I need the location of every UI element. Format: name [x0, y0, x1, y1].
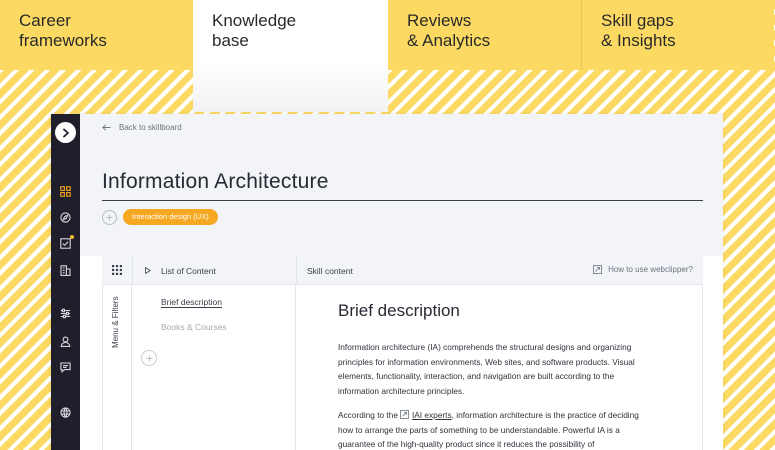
- column-header-bar: List of Content Skill content How to use…: [102, 256, 703, 285]
- tab-skill-gaps-insights[interactable]: Skill gaps & Insights: [581, 0, 774, 70]
- title-divider: [102, 200, 703, 201]
- building-icon[interactable]: [59, 264, 72, 277]
- plus-icon: [146, 355, 152, 361]
- menu-filters-toggle[interactable]: Menu & Filters: [111, 296, 120, 356]
- content-column-title: Skill content: [307, 266, 353, 276]
- webclipper-help-link[interactable]: How to use webclipper?: [593, 265, 693, 274]
- checklist-icon[interactable]: [59, 235, 74, 250]
- back-link-label: Back to skillboard: [119, 123, 182, 132]
- tab-reviews-analytics[interactable]: Reviews & Analytics: [388, 0, 581, 70]
- compass-icon[interactable]: [59, 211, 72, 224]
- grid-menu-icon[interactable]: [112, 265, 122, 275]
- iai-experts-link[interactable]: IAI experts: [412, 410, 452, 420]
- main-panel: Back to skillboard Information Architect…: [80, 114, 723, 450]
- add-tag-button[interactable]: [102, 210, 117, 225]
- logo-expand-icon[interactable]: [55, 122, 76, 143]
- add-section-button[interactable]: [141, 350, 157, 366]
- webclipper-icon: [400, 410, 409, 419]
- tab-knowledge-base[interactable]: Knowledge base: [193, 0, 388, 112]
- skill-tag[interactable]: Interaction design (UX): [123, 209, 218, 225]
- sidebar-rail: [51, 114, 80, 450]
- app-window: Back to skillboard Information Architect…: [51, 114, 723, 450]
- content-heading: Brief description: [338, 301, 460, 320]
- filters-column: Menu & Filters: [102, 284, 132, 450]
- arrow-left-icon: [102, 124, 111, 131]
- paragraph-text: According to the: [338, 410, 398, 420]
- collapse-triangle-icon[interactable]: [145, 267, 151, 274]
- toc-column-title: List of Content: [161, 266, 216, 276]
- webclipper-icon: [593, 265, 602, 274]
- content-paragraph: According to the IAI experts, information…: [338, 408, 654, 450]
- back-to-skillboard-link[interactable]: Back to skillboard: [102, 123, 182, 132]
- plus-icon: [106, 214, 113, 221]
- column-divider: [296, 256, 297, 284]
- content-paragraph: Information architecture (IA) comprehend…: [338, 342, 635, 396]
- dashboard-icon[interactable]: [59, 185, 72, 198]
- skill-header: Back to skillboard Information Architect…: [80, 114, 723, 256]
- toc-item-brief-description[interactable]: Brief description: [161, 297, 222, 307]
- notification-dot: [70, 235, 74, 239]
- user-icon[interactable]: [59, 335, 72, 348]
- toc-item-books-courses[interactable]: Books & Courses: [161, 322, 227, 332]
- toc-column: Brief description Books & Courses: [132, 284, 296, 450]
- feature-tabs: Career frameworks Knowledge base Reviews…: [0, 0, 775, 112]
- webclipper-help-label: How to use webclipper?: [608, 265, 693, 274]
- globe-icon[interactable]: [59, 406, 72, 419]
- page-title: Information Architecture: [102, 170, 329, 193]
- chat-icon[interactable]: [59, 361, 72, 374]
- tab-career-frameworks[interactable]: Career frameworks: [0, 0, 193, 70]
- content-column: Brief description Information architectu…: [296, 284, 703, 450]
- sliders-icon[interactable]: [59, 307, 72, 320]
- column-divider: [132, 256, 133, 284]
